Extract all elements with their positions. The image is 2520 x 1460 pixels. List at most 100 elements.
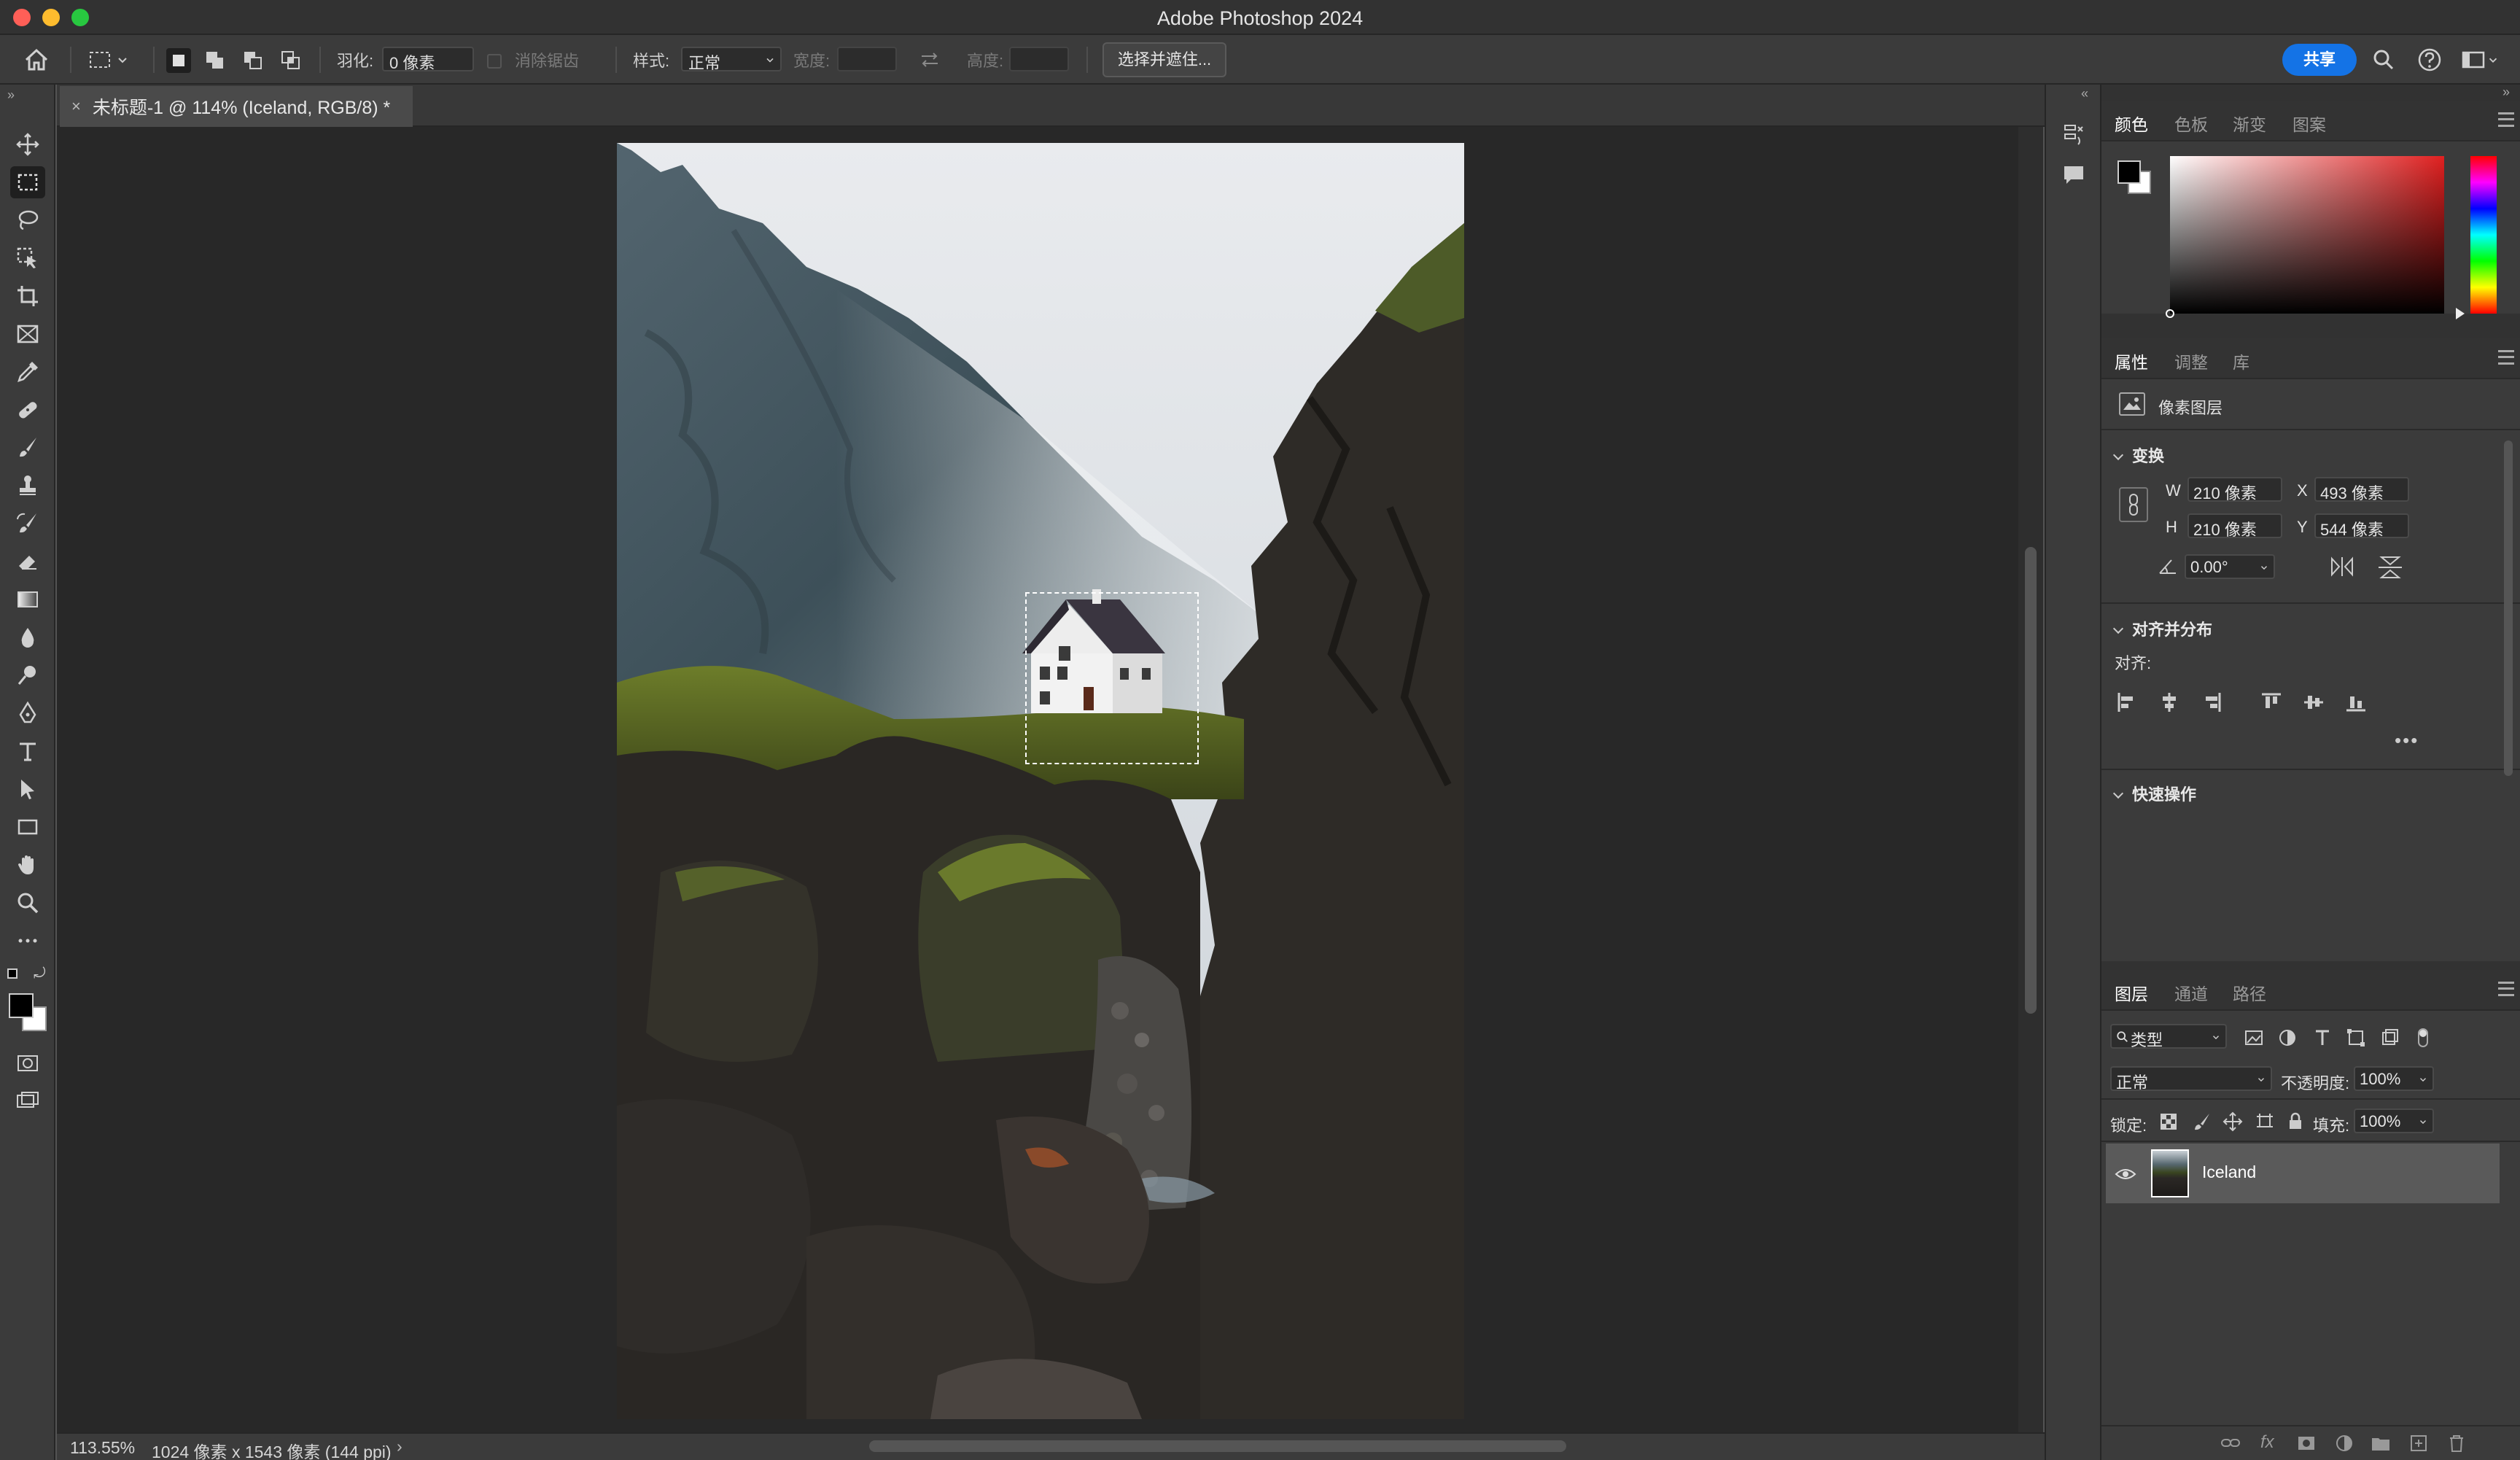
workspace-button[interactable] — [2460, 35, 2500, 85]
rectangle-tool[interactable] — [10, 811, 45, 843]
delete-layer-icon[interactable] — [2446, 1432, 2468, 1454]
fill-input[interactable]: 100% — [2354, 1108, 2434, 1133]
align-bottom-icon[interactable] — [2344, 690, 2368, 715]
fx-icon[interactable]: fx — [2260, 1432, 2274, 1453]
zoom-tool[interactable] — [10, 887, 45, 919]
lock-transparent-icon[interactable] — [2158, 1111, 2179, 1132]
hue-slider[interactable] — [2470, 156, 2497, 314]
marquee-tool[interactable] — [10, 166, 45, 198]
history-panel-button[interactable] — [2059, 120, 2088, 152]
filter-type-icon[interactable] — [2311, 1027, 2333, 1049]
foreground-color-swatch[interactable] — [9, 993, 34, 1018]
lock-artboard-icon[interactable] — [2255, 1111, 2275, 1132]
flip-horizontal-icon[interactable] — [2329, 556, 2355, 578]
align-section-header[interactable]: 对齐并分布 — [2112, 617, 2212, 640]
expand-panels-icon[interactable]: » — [2502, 85, 2510, 100]
antialias-checkbox[interactable] — [487, 54, 502, 69]
transform-section-header[interactable]: 变换 — [2112, 443, 2164, 467]
close-tab-icon[interactable]: × — [71, 97, 81, 116]
document-tab[interactable]: × 未标题-1 @ 114% (Iceland, RGB/8) * — [60, 86, 413, 127]
filter-pixel-icon[interactable] — [2243, 1027, 2265, 1049]
tab-properties[interactable]: 属性 — [2115, 349, 2148, 373]
layer-name[interactable]: Iceland — [2202, 1162, 2256, 1182]
stamp-tool[interactable] — [10, 470, 45, 502]
home-button[interactable] — [22, 35, 51, 85]
tab-channels[interactable]: 通道 — [2174, 980, 2208, 1005]
hue-slider-handle[interactable] — [2456, 308, 2465, 319]
filter-toggle[interactable] — [2418, 1028, 2428, 1047]
pen-tool[interactable] — [10, 697, 45, 729]
subtract-selection-button[interactable] — [241, 48, 265, 73]
path-select-tool[interactable] — [10, 773, 45, 805]
color-field[interactable] — [2166, 156, 2444, 318]
new-group-icon[interactable] — [2370, 1432, 2392, 1454]
search-button[interactable] — [2371, 35, 2396, 85]
hand-tool[interactable] — [10, 849, 45, 881]
width-input[interactable]: 210 像素 — [2188, 477, 2282, 502]
layer-row[interactable]: Iceland — [2106, 1143, 2500, 1203]
foreground-color-swatch[interactable] — [2118, 160, 2141, 184]
align-horizontal-center-icon[interactable] — [2157, 690, 2182, 715]
tab-adjustments[interactable]: 调整 — [2174, 349, 2208, 373]
height-input[interactable] — [1009, 47, 1069, 71]
filter-shape-icon[interactable] — [2345, 1027, 2367, 1049]
type-tool[interactable] — [10, 735, 45, 767]
color-picker-handle[interactable] — [2166, 309, 2174, 318]
angle-input[interactable]: 0.00° — [2185, 554, 2275, 579]
marquee-selection[interactable] — [1025, 592, 1199, 764]
panel-menu-icon[interactable] — [2498, 982, 2514, 996]
collapse-toolbox-icon[interactable]: » — [7, 88, 15, 103]
collapse-strip-icon[interactable]: « — [2081, 86, 2088, 101]
eyedropper-tool[interactable] — [10, 356, 45, 388]
share-button[interactable]: 共享 — [2282, 44, 2357, 76]
dodge-tool[interactable] — [10, 659, 45, 691]
zoom-level[interactable]: 113.55% — [70, 1438, 135, 1458]
align-right-icon[interactable] — [2199, 690, 2224, 715]
lock-move-icon[interactable] — [2222, 1111, 2243, 1132]
chevron-right-icon[interactable]: › — [397, 1437, 402, 1456]
intersect-selection-button[interactable] — [279, 48, 303, 73]
default-colors-icon[interactable] — [7, 968, 18, 979]
height-input[interactable]: 210 像素 — [2188, 513, 2282, 539]
adjustment-layer-icon[interactable] — [2333, 1432, 2355, 1454]
panel-menu-icon[interactable] — [2498, 112, 2514, 127]
tab-patterns[interactable]: 图案 — [2292, 111, 2326, 136]
align-vertical-center-icon[interactable] — [2301, 690, 2326, 715]
comments-panel-button[interactable] — [2059, 160, 2088, 193]
new-selection-button[interactable] — [166, 48, 191, 73]
link-dimensions-button[interactable] — [2119, 487, 2148, 522]
screen-mode-button[interactable] — [10, 1085, 45, 1117]
tab-color[interactable]: 颜色 — [2115, 111, 2148, 136]
style-select[interactable]: 正常 — [681, 47, 782, 72]
opacity-input[interactable]: 100% — [2354, 1066, 2434, 1091]
lasso-tool[interactable] — [10, 204, 45, 236]
lock-all-icon[interactable] — [2285, 1111, 2306, 1132]
x-input[interactable]: 493 像素 — [2314, 477, 2409, 502]
gradient-tool[interactable] — [10, 583, 45, 616]
blur-tool[interactable] — [10, 621, 45, 653]
link-layers-icon[interactable] — [2220, 1432, 2241, 1454]
select-and-mask-button[interactable]: 选择并遮住... — [1102, 42, 1226, 77]
align-left-icon[interactable] — [2115, 690, 2139, 715]
tab-gradients[interactable]: 渐变 — [2233, 111, 2266, 136]
vertical-scroll-thumb[interactable] — [2025, 547, 2037, 1014]
feather-input[interactable]: 0 像素 — [382, 47, 474, 72]
move-tool[interactable] — [10, 128, 45, 160]
width-input[interactable] — [837, 47, 897, 71]
document-canvas[interactable] — [617, 143, 1464, 1419]
object-select-tool[interactable] — [10, 242, 45, 274]
frame-tool[interactable] — [10, 318, 45, 350]
tab-layers[interactable]: 图层 — [2115, 980, 2148, 1005]
crop-tool[interactable] — [10, 280, 45, 312]
tab-swatches[interactable]: 色板 — [2174, 111, 2208, 136]
layer-filter-select[interactable]: 类型 — [2110, 1024, 2227, 1049]
add-selection-button[interactable] — [203, 48, 228, 73]
add-mask-icon[interactable] — [2295, 1432, 2317, 1454]
quick-mask-button[interactable] — [10, 1047, 45, 1079]
marquee-preset-picker[interactable] — [86, 35, 130, 85]
y-input[interactable]: 544 像素 — [2314, 513, 2409, 539]
properties-scrollbar[interactable] — [2504, 440, 2513, 776]
filter-adjustment-icon[interactable] — [2276, 1027, 2298, 1049]
horizontal-scroll-thumb[interactable] — [869, 1440, 1566, 1452]
more-tools[interactable] — [10, 925, 45, 957]
